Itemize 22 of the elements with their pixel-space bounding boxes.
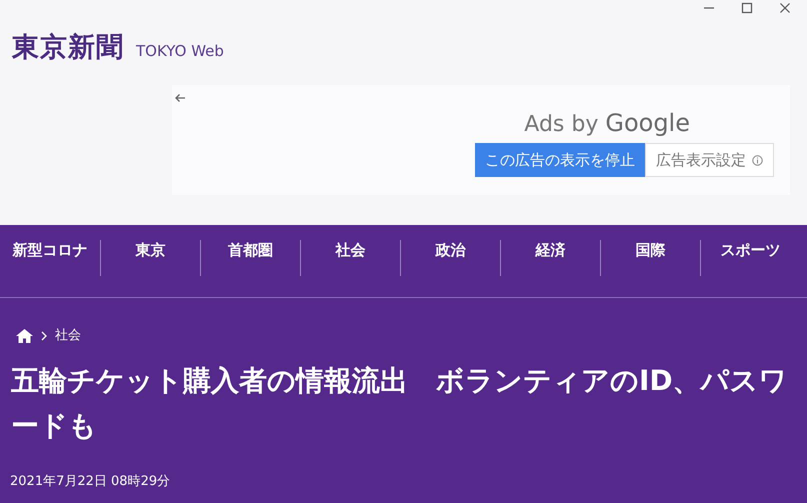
nav-link[interactable]: 社会: [336, 240, 366, 276]
info-icon: [752, 154, 763, 166]
stop-ad-button[interactable]: この広告の表示を停止: [475, 143, 645, 177]
back-arrow-icon[interactable]: [174, 93, 186, 103]
chevron-icon: [41, 330, 47, 341]
site-logo-subtitle: TOKYO Web: [136, 41, 224, 62]
breadcrumb-link[interactable]: 社会: [55, 326, 81, 346]
article-title: 五輪チケット購入者の情報流出 ボランティアのID、パスワードも: [10, 362, 789, 444]
ad-settings-button[interactable]: 広告表示設定: [645, 143, 774, 177]
maximize-icon[interactable]: [741, 2, 753, 14]
nav-link[interactable]: 経済: [536, 240, 566, 276]
ads-by-google-label: Ads by Google: [524, 112, 690, 137]
nav-link[interactable]: 首都圏: [228, 240, 273, 276]
site-logo[interactable]: 東京新聞: [12, 30, 124, 66]
close-icon[interactable]: [779, 2, 791, 14]
nav-link[interactable]: 新型コロナ: [12, 240, 88, 276]
home-icon[interactable]: [16, 328, 33, 343]
nav-link[interactable]: スポーツ: [720, 240, 780, 276]
nav-link[interactable]: 東京: [136, 240, 166, 276]
nav-link[interactable]: 政治: [436, 240, 466, 276]
nav-link[interactable]: 国際: [636, 240, 666, 276]
article-date: 2021年7月22日 08時29分: [9, 472, 172, 490]
